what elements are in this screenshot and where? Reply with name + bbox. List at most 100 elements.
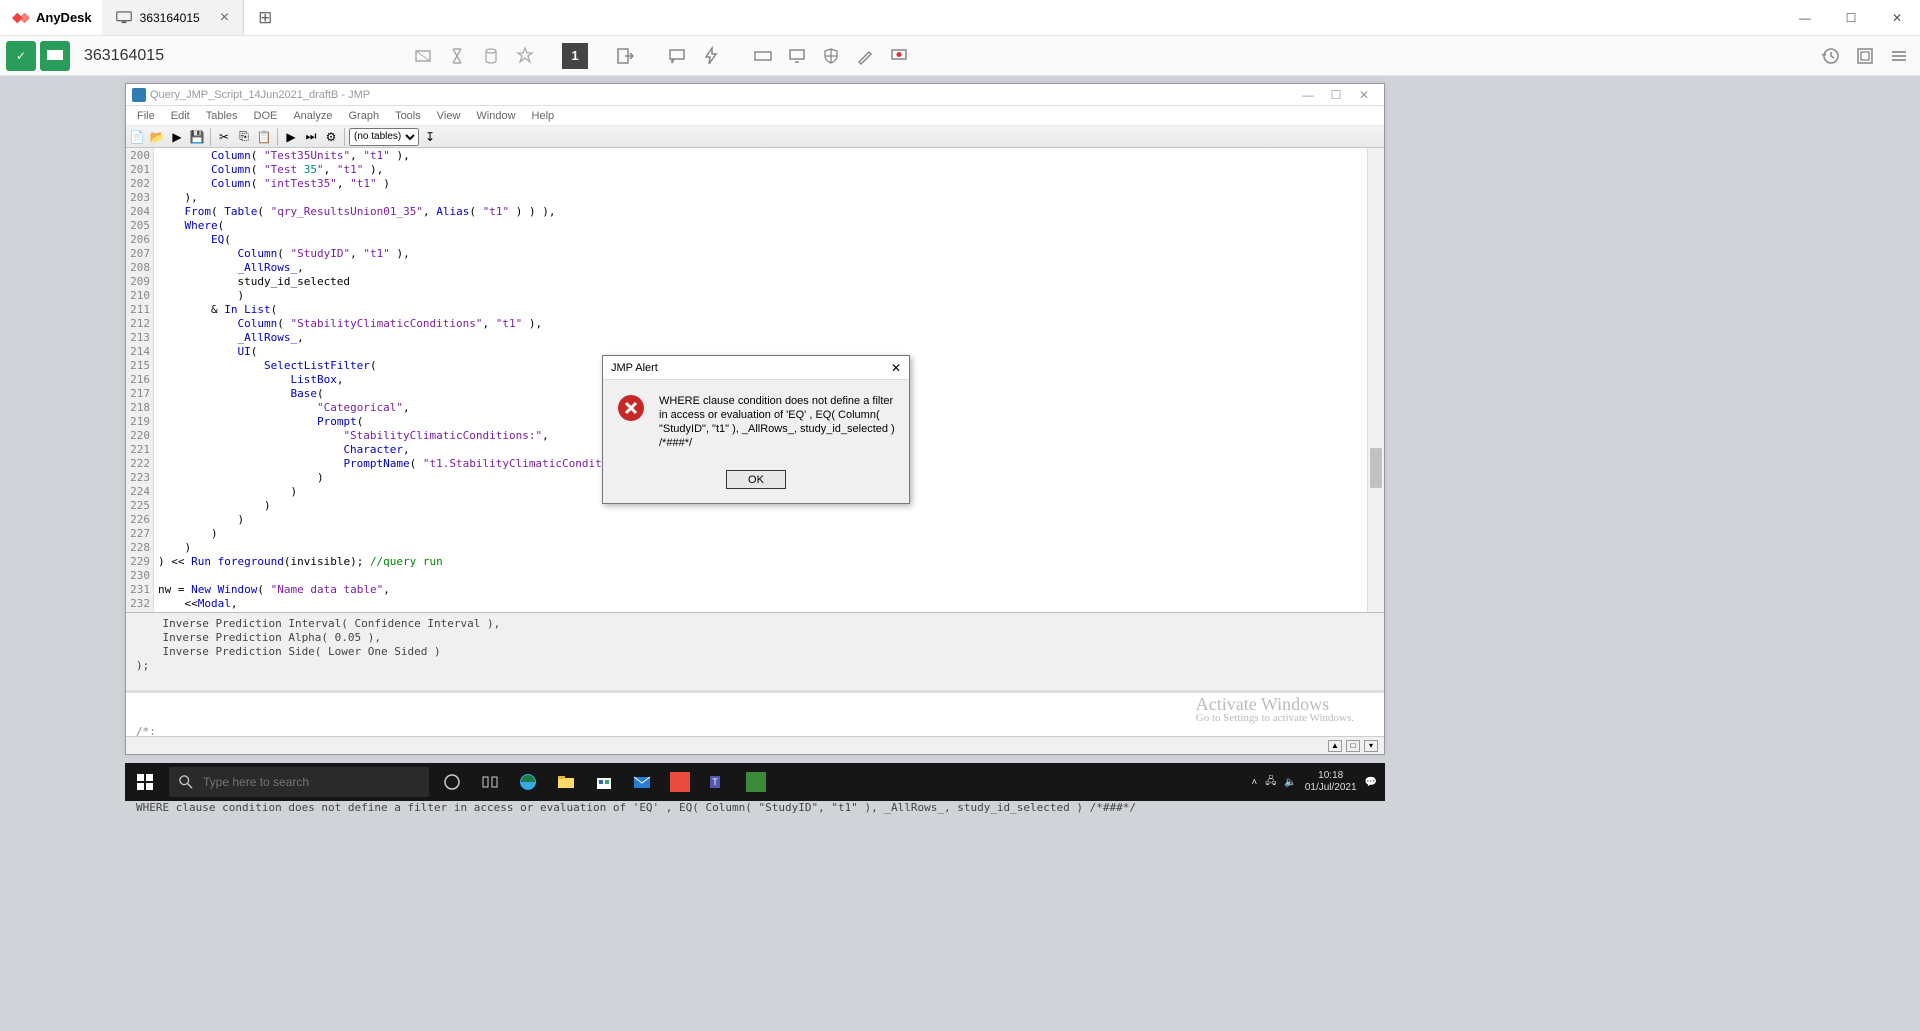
settings-icon[interactable] [1850,41,1880,71]
cortana-icon[interactable] [433,763,471,801]
alert-title: JMP Alert [611,362,891,374]
session-tab[interactable]: 363164015 × [102,0,244,35]
clock-date: 01/Jul/2021 [1305,782,1357,794]
jmp-menubar: File Edit Tables DOE Analyze Graph Tools… [126,106,1384,126]
maximize-button[interactable]: ☐ [1828,0,1874,36]
history-icon[interactable] [1816,41,1846,71]
anydesk-brand: AnyDesk [36,10,92,25]
jmp-app-icon [132,88,146,102]
monitor-status-icon[interactable] [40,41,70,71]
tool-runscript-icon[interactable]: ▶ [282,128,300,146]
taskbar-search[interactable] [169,767,429,797]
alert-message: WHERE clause condition does not define a… [659,394,897,450]
tables-dropdown[interactable]: (no tables) [349,128,419,146]
close-button[interactable]: ✕ [1874,0,1920,36]
jmp-title: Query_JMP_Script_14Jun2021_draftB - JMP [150,89,1294,101]
taskbar-clock[interactable]: 10:18 01/Jul/2021 [1305,770,1357,794]
menu-graph[interactable]: Graph [341,110,386,122]
hourglass-icon[interactable] [442,41,472,71]
anydesk-logo: AnyDesk [0,9,102,27]
jmp-maximize[interactable]: ☐ [1322,88,1350,102]
alert-titlebar[interactable]: JMP Alert ✕ [603,356,909,380]
windows-icon [137,774,153,790]
display-1-button[interactable]: 1 [562,43,588,69]
log-prefix: /*: [136,725,1374,739]
search-input[interactable] [203,775,419,789]
start-button[interactable] [125,763,165,801]
vertical-scrollbar[interactable] [1367,148,1384,612]
star-icon[interactable] [510,41,540,71]
notifications-icon[interactable]: 💬 [1365,777,1377,788]
explorer-icon[interactable] [547,763,585,801]
jmp-minimize[interactable]: — [1294,88,1322,102]
tool-copy-icon[interactable]: ⎘ [235,128,253,146]
menu-icon[interactable] [1884,41,1914,71]
monitor-icon [116,11,132,24]
store-icon[interactable] [585,763,623,801]
chat-icon[interactable] [662,41,692,71]
window-controls: — ☐ ✕ [1782,0,1920,36]
menu-analyze[interactable]: Analyze [286,110,339,122]
teams-icon[interactable]: T [699,763,737,801]
new-tab-button[interactable]: ⊞ [244,8,286,28]
menu-tools[interactable]: Tools [388,110,428,122]
watermark-sub: Go to Settings to activate Windows. [1196,711,1354,725]
privacy-icon[interactable] [816,41,846,71]
menu-doe[interactable]: DOE [247,110,285,122]
jmp-close[interactable]: ✕ [1350,88,1378,102]
close-tab-icon[interactable]: × [220,9,229,27]
app-red-icon[interactable] [661,763,699,801]
tool-run-icon[interactable]: ▶ [168,128,186,146]
session-ok-icon[interactable]: ✓ [6,41,36,71]
output-panel[interactable]: /*: WHERE clause condition does not defi… [126,690,1384,736]
exit-icon[interactable] [610,41,640,71]
error-icon [617,394,645,422]
edge-icon[interactable] [509,763,547,801]
address-field[interactable]: 363164015 [74,47,404,65]
keyboard-icon[interactable] [748,41,778,71]
taskview-icon[interactable] [471,763,509,801]
database-icon[interactable] [476,41,506,71]
scrollbar-thumb[interactable] [1370,448,1382,488]
tray-chevron-icon[interactable]: ˄ [1251,777,1257,788]
jmp-taskbar-icon[interactable] [737,763,775,801]
log-panel[interactable]: Inverse Prediction Interval( Confidence … [126,612,1384,690]
whiteboard-icon[interactable] [850,41,880,71]
tray-network-icon[interactable]: 🖧 [1265,774,1276,791]
mail-icon[interactable] [623,763,661,801]
minimize-button[interactable]: — [1782,0,1828,36]
remote-desktop: Query_JMP_Script_14Jun2021_draftB - JMP … [0,76,1920,1031]
tray-volume-icon[interactable]: 🔈 [1284,777,1296,788]
svg-text:T: T [712,777,718,787]
display-icon[interactable] [782,41,812,71]
menu-view[interactable]: View [430,110,468,122]
menu-edit[interactable]: Edit [164,110,197,122]
tool-debug-icon[interactable]: ⚙ [322,128,340,146]
menu-window[interactable]: Window [469,110,522,122]
menu-help[interactable]: Help [525,110,562,122]
session-tab-label: 363164015 [140,11,200,25]
clock-time: 10:18 [1305,770,1357,782]
jmp-titlebar[interactable]: Query_JMP_Script_14Jun2021_draftB - JMP … [126,84,1384,106]
tool-ref-icon[interactable]: ↧ [421,128,439,146]
tool-save-icon[interactable]: 💾 [188,128,206,146]
line-gutter: 200 201 202 203 204 205 206 207 208 209 … [126,148,154,612]
windows-taskbar: T ˄ 🖧 🔈 10:18 01/Jul/2021 💬 [125,763,1385,801]
record-icon[interactable] [884,41,914,71]
screenshot-icon[interactable] [408,41,438,71]
alert-ok-button[interactable]: OK [726,470,786,489]
tool-new-icon[interactable]: 📄 [128,128,146,146]
anydesk-icon [10,9,32,27]
jmp-toolbar: 📄 📂 ▶ 💾 ✂ ⎘ 📋 ▶ ⏭ ⚙ (no tables) ↧ [126,126,1384,148]
alert-close-icon[interactable]: ✕ [891,361,901,375]
tool-cut-icon[interactable]: ✂ [215,128,233,146]
actions-icon[interactable] [696,41,726,71]
tool-step-icon[interactable]: ⏭ [302,128,320,146]
tool-open-icon[interactable]: 📂 [148,128,166,146]
jmp-alert-dialog: JMP Alert ✕ WHERE clause condition does … [602,355,910,504]
tool-paste-icon[interactable]: 📋 [255,128,273,146]
menu-tables[interactable]: Tables [199,110,245,122]
system-tray[interactable]: ˄ 🖧 🔈 10:18 01/Jul/2021 💬 [1243,770,1385,794]
error-line: WHERE clause condition does not define a… [136,801,1374,815]
menu-file[interactable]: File [130,110,162,122]
